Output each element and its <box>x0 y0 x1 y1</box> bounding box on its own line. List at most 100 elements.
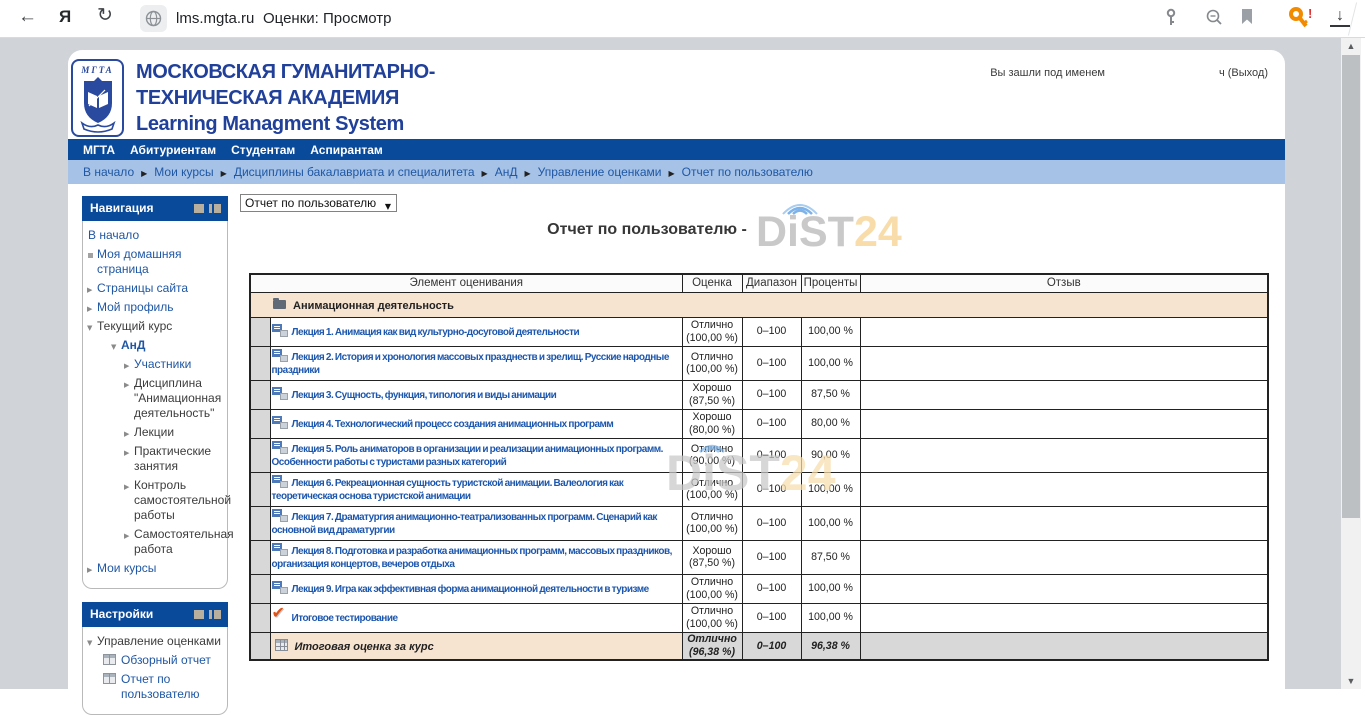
back-icon[interactable]: ← <box>18 6 37 28</box>
expand-icon[interactable]: ▶ <box>87 283 92 298</box>
expand-icon[interactable]: ▶ <box>124 427 129 442</box>
item-link[interactable]: Лекция 5. Роль аниматоров в организации … <box>272 444 663 469</box>
sidebar-item-label[interactable]: Обзорный отчет <box>121 653 211 667</box>
top-menu-item-2[interactable]: Абитуриентам <box>130 143 216 157</box>
category-row: Анимационная деятельность <box>250 292 1268 317</box>
browser-viewport: МГТА МОСКОВСКАЯ ГУМАНИТАРНО- ТЕХНИЧЕСКАЯ… <box>0 38 1365 689</box>
sidebar-item[interactable]: Отчет по пользователю <box>85 670 225 704</box>
dock-block-icon[interactable] <box>209 204 221 213</box>
breadcrumb-link[interactable]: Мои курсы <box>154 165 213 179</box>
feedback-cell <box>860 540 1268 574</box>
collapse-icon[interactable]: ▼ <box>87 636 92 651</box>
range-cell: 0–100 <box>742 632 801 660</box>
mgta-shield-icon <box>78 75 118 133</box>
top-menu-item-3[interactable]: Студентам <box>231 143 295 157</box>
grade-cell: Отлично(100,00 %) <box>682 603 742 632</box>
sidebar-item[interactable]: ▶ Страницы сайта <box>85 279 225 298</box>
sidebar-item[interactable]: ▶Дисциплина "Анимационная деятельность" <box>85 374 225 423</box>
sidebar-item-label: Контроль самостоятельной работы <box>134 478 231 522</box>
logout-link[interactable]: ч (Выход) <box>1219 67 1268 79</box>
academy-title-line2: ТЕХНИЧЕСКАЯ АКАДЕМИЯ <box>136 85 435 111</box>
sidebar-item-label[interactable]: В начало <box>88 228 139 242</box>
scroll-down-icon[interactable]: ▼ <box>1341 676 1361 686</box>
item-link[interactable]: Лекция 4. Технологический процесс создан… <box>292 419 614 430</box>
expand-icon[interactable]: ▶ <box>124 378 129 393</box>
download-icon[interactable]: ↓ <box>1330 7 1350 27</box>
expand-icon[interactable]: ▶ <box>124 529 129 544</box>
sidebar-item-label[interactable]: Страницы сайта <box>97 281 188 295</box>
breadcrumb-link[interactable]: Отчет по пользователю <box>682 165 813 179</box>
dock-block-icon[interactable] <box>209 610 221 619</box>
sidebar-item-label[interactable]: Моя домашняя страница <box>97 247 182 276</box>
item-link[interactable]: Лекция 8. Подготовка и разработка анимац… <box>272 546 672 571</box>
expand-icon[interactable]: ▶ <box>124 359 129 374</box>
feedback-cell <box>860 632 1268 660</box>
sidebar-item[interactable]: ▶ Мои курсы <box>85 559 225 578</box>
sidebar-item[interactable]: В начало <box>85 226 225 245</box>
lms-subtitle: Learning Managment System <box>136 111 435 137</box>
sidebar-item[interactable]: ▶Самостоятельная работа <box>85 525 225 559</box>
dist24-watermark: DiST24 <box>666 444 836 502</box>
indent-cell <box>250 603 270 632</box>
item-link[interactable]: Лекция 1. Анимация как вид культурно-дос… <box>292 327 580 338</box>
range-cell: 0–100 <box>742 409 801 438</box>
collapse-block-icon[interactable] <box>194 610 204 619</box>
sidebar-item-label[interactable]: Участники <box>134 357 191 371</box>
report-type-select[interactable]: Отчет по пользователю ▼ <box>240 194 397 212</box>
breadcrumb-link[interactable]: Дисциплины бакалавриата и специалитета <box>234 165 475 179</box>
zoom-icon[interactable] <box>1205 8 1224 32</box>
item-name-cell: Лекция 5. Роль аниматоров в организации … <box>270 438 682 472</box>
scroll-up-icon[interactable]: ▲ <box>1341 41 1361 51</box>
feedback-cell <box>860 506 1268 540</box>
feedback-cell <box>860 346 1268 380</box>
indent-cell <box>250 380 270 409</box>
yandex-icon[interactable]: Я <box>59 7 71 27</box>
item-link[interactable]: Лекция 3. Сущность, функция, типология и… <box>292 390 557 401</box>
sidebar-item[interactable]: Моя домашняя страница <box>85 245 225 279</box>
sidebar-item[interactable]: Обзорный отчет <box>85 651 225 670</box>
sidebar-item[interactable]: ▶Контроль самостоятельной работы <box>85 476 225 525</box>
percent-cell: 100,00 % <box>801 346 860 380</box>
sidebar-item[interactable]: ▶ Участники <box>85 355 225 374</box>
sidebar-item[interactable]: ▼ Управление оценками <box>85 632 225 651</box>
breadcrumb-link[interactable]: В начало <box>83 165 134 179</box>
password-icon[interactable] <box>1163 8 1179 33</box>
navigation-block-title: Навигация <box>90 201 154 215</box>
sidebar-item[interactable]: ▶Практические занятия <box>85 442 225 476</box>
bookmark-icon[interactable] <box>1240 8 1254 31</box>
password-alert-icon[interactable]: ! <box>1286 6 1316 37</box>
collapse-icon[interactable]: ▼ <box>87 321 92 336</box>
item-link[interactable]: Итоговое тестирование <box>292 613 398 624</box>
reload-icon[interactable]: ↻ <box>97 4 113 27</box>
collapse-block-icon[interactable] <box>194 204 204 213</box>
sidebar-item-label: Лекции <box>134 425 174 439</box>
scrollbar-thumb[interactable] <box>1342 55 1360 518</box>
sidebar-item[interactable]: ▶ Лекции <box>85 423 225 442</box>
top-menu-item-1[interactable]: МГТА <box>83 143 115 157</box>
expand-icon[interactable]: ▶ <box>124 480 129 495</box>
sidebar-item-label[interactable]: АнД <box>121 338 145 352</box>
expand-icon[interactable]: ▶ <box>124 446 129 461</box>
feedback-cell <box>860 472 1268 506</box>
sidebar-item[interactable]: ▼ АнД <box>85 336 225 355</box>
top-menu-item-4[interactable]: Аспирантам <box>310 143 383 157</box>
address-url[interactable]: lms.mgta.ru <box>176 10 254 27</box>
item-link[interactable]: Лекция 2. История и хронология массовых … <box>272 352 669 377</box>
expand-icon[interactable]: ▶ <box>87 302 92 317</box>
top-menu: МГТА Абитуриентам Студентам Аспирантам <box>68 139 1285 160</box>
sidebar-item[interactable]: ▼Текущий курс <box>85 317 225 336</box>
breadcrumb-link[interactable]: АнД <box>495 165 518 179</box>
sidebar-item-label[interactable]: Мои курсы <box>97 561 156 575</box>
sidebar-item-label[interactable]: Мой профиль <box>97 300 174 314</box>
expand-icon[interactable]: ▶ <box>87 563 92 578</box>
sidebar-item[interactable]: ▶ Мой профиль <box>85 298 225 317</box>
collapse-icon[interactable]: ▼ <box>111 340 116 355</box>
breadcrumb-link[interactable]: Управление оценками <box>538 165 662 179</box>
page-scrollbar[interactable]: ▲ ▼ <box>1341 38 1361 689</box>
breadcrumb-separator-icon: ▶ <box>669 169 675 178</box>
sidebar-item-label: Управление оценками <box>97 634 221 648</box>
item-link[interactable]: Лекция 6. Рекреационная сущность туристс… <box>272 478 624 503</box>
item-link[interactable]: Лекция 7. Драматургия анимационно-театра… <box>272 512 657 537</box>
item-link[interactable]: Лекция 9. Игра как эффективная форма ани… <box>292 584 649 595</box>
sidebar-item-label[interactable]: Отчет по пользователю <box>121 672 200 701</box>
